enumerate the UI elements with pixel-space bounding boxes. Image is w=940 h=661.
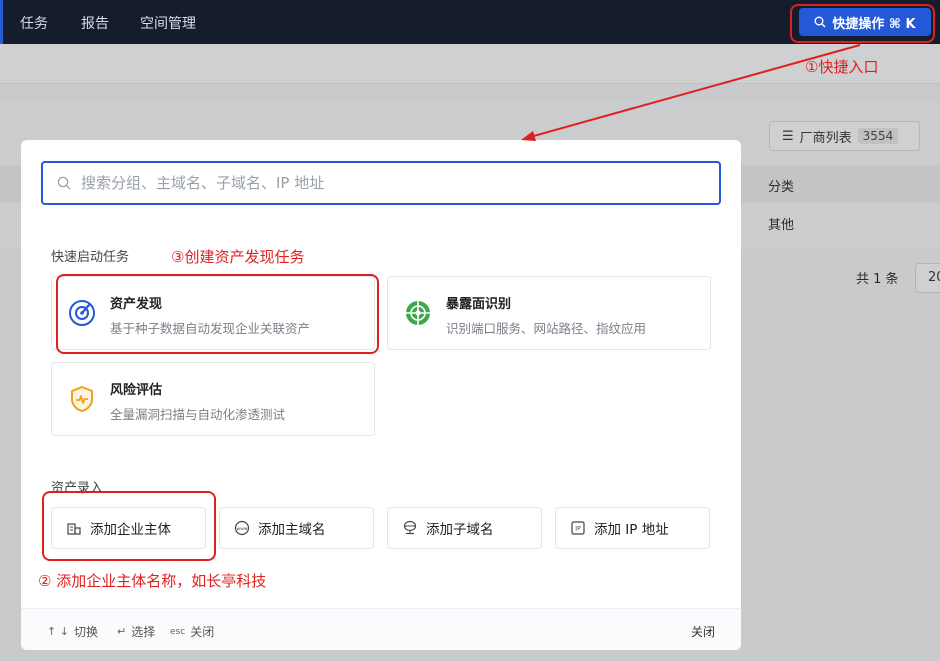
globe-target-icon [406, 301, 430, 325]
task-description: 基于种子数据自动发现企业关联资产 [110, 321, 311, 336]
task-description: 全量漏洞扫描与自动化渗透测试 [110, 407, 286, 422]
entry-label: 添加子域名 [426, 522, 494, 538]
column-header-category: 分类 [768, 180, 795, 195]
entry-label: 添加主域名 [258, 522, 326, 538]
add-main-domain-button[interactable]: www 添加主域名 [219, 507, 374, 549]
task-card-risk-assessment[interactable]: 风险评估 全量漏洞扫描与自动化渗透测试 [51, 362, 375, 436]
category-cell: 其他 [768, 218, 795, 233]
hint-switch-label: 切换 [73, 625, 98, 639]
hint-close: esc 关闭 [170, 623, 214, 640]
search-input[interactable] [81, 174, 681, 192]
task-description: 识别端口服务、网站路径、指纹应用 [446, 321, 647, 336]
radar-icon [69, 300, 95, 326]
task-title: 资产发现 [110, 297, 163, 312]
quick-action-label: 快捷操作 ⌘ K [832, 16, 916, 32]
annotation-create-task: ③创建资产发现任务 [171, 248, 305, 266]
task-title: 暴露面识别 [446, 297, 512, 312]
svg-text:IP: IP [575, 526, 581, 533]
vendor-list-button: ☰ 厂商列表 3554 [769, 121, 920, 151]
list-icon: ☰ [782, 128, 794, 144]
hint-switch: ↑ ↓ 切换 [47, 623, 98, 640]
modal-footer: ↑ ↓ 切换 ↵ 选择 esc 关闭 关闭 [21, 608, 741, 650]
top-nav: 任务 报告 空间管理 快捷操作 ⌘ K [0, 0, 940, 44]
svg-text:www: www [236, 527, 247, 532]
page-size-select: 20 [915, 263, 940, 293]
hint-select: ↵ 选择 [117, 623, 155, 640]
quick-tasks-title: 快速启动任务 [51, 250, 130, 265]
search-icon [814, 16, 826, 28]
vendor-count-badge: 3554 [857, 128, 899, 144]
annotation-quick-entry: ①快捷入口 [805, 58, 879, 76]
ip-icon: IP [571, 521, 585, 535]
total-count-text: 共 1 条 [856, 272, 899, 287]
entry-label: 添加企业主体 [90, 522, 171, 538]
nav-item-tasks[interactable]: 任务 [20, 13, 48, 33]
asset-entry-title: 资产录入 [51, 481, 104, 496]
add-ip-address-button[interactable]: IP 添加 IP 地址 [555, 507, 710, 549]
nav-item-reports[interactable]: 报告 [81, 13, 109, 33]
entry-label: 添加 IP 地址 [594, 522, 669, 538]
esc-key-icon: esc [170, 626, 186, 637]
hint-close-label: 关闭 [190, 625, 215, 639]
enter-key-icon: ↵ [117, 625, 127, 638]
arrow-keys-icon: ↑ ↓ [47, 625, 69, 638]
add-subdomain-button[interactable]: 添加子域名 [387, 507, 542, 549]
background-toolbar [0, 44, 940, 84]
nav-item-space-management[interactable]: 空间管理 [140, 13, 196, 33]
search-box[interactable] [41, 161, 721, 205]
www-icon: www [234, 520, 250, 536]
annotation-add-entity: ② 添加企业主体名称，如长亭科技 [38, 572, 267, 590]
quick-action-button[interactable]: 快捷操作 ⌘ K [799, 8, 931, 36]
vendor-list-label: 厂商列表 [799, 130, 852, 146]
shield-pulse-icon [71, 385, 93, 413]
task-card-asset-discovery[interactable]: 资产发现 基于种子数据自动发现企业关联资产 [51, 276, 375, 350]
subdomain-icon [403, 520, 417, 535]
task-card-exposure-identification[interactable]: 暴露面识别 识别端口服务、网站路径、指纹应用 [387, 276, 711, 350]
task-title: 风险评估 [110, 383, 163, 398]
search-icon [57, 176, 71, 190]
hint-select-label: 选择 [131, 625, 156, 639]
add-enterprise-button[interactable]: 添加企业主体 [51, 507, 206, 549]
close-button[interactable]: 关闭 [691, 623, 715, 640]
building-icon [67, 523, 81, 535]
